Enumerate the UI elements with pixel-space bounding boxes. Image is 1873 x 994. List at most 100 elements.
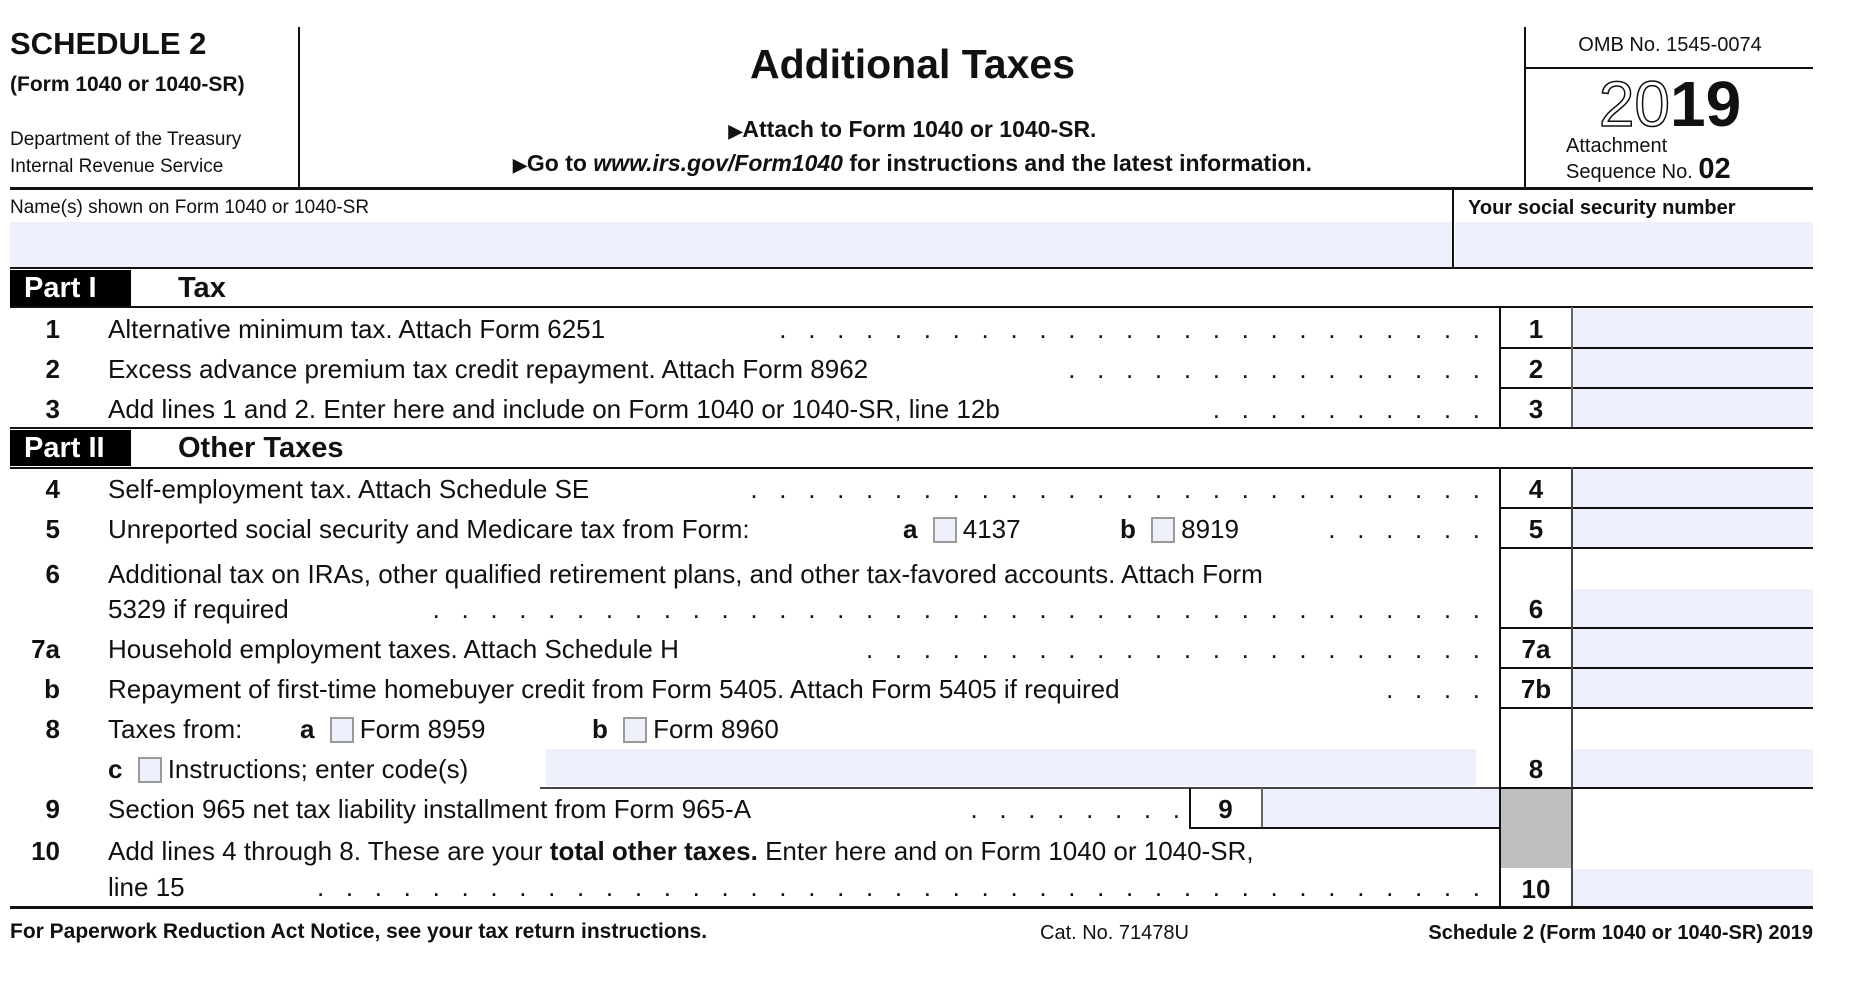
catalog-number: Cat. No. 71478U <box>1040 922 1189 944</box>
department-line-2: Internal Revenue Service <box>10 156 224 177</box>
line-7a-text: Household employment taxes. Attach Sched… <box>108 634 679 664</box>
arrow-right-icon: ▶ <box>728 121 743 141</box>
goto-suffix: for instructions and the latest informat… <box>842 150 1312 176</box>
line-2-number: 2 <box>45 354 60 384</box>
line-7b-number: b <box>44 674 60 704</box>
omb-number: OMB No. 1545-0074 <box>1578 34 1762 56</box>
line-10-leader: . . . . . . . . . . . . . . . . . . . . … <box>316 872 1480 902</box>
line-4-amount[interactable] <box>1573 469 1813 507</box>
form-identifier: Schedule 2 (Form 1040 or 1040-SR) 2019 <box>1428 922 1813 944</box>
sequence: Sequence No. 02 <box>1566 155 1731 186</box>
line-1-box: 1 <box>1528 314 1544 344</box>
goto-prefix: Go to <box>526 150 594 176</box>
line-8-code-field[interactable] <box>546 749 1476 786</box>
line-6-amount[interactable] <box>1573 589 1813 627</box>
line-5-amount[interactable] <box>1573 509 1813 547</box>
line-3-text: Add lines 1 and 2. Enter here and includ… <box>108 394 1000 424</box>
line-9-leader: . . . . . . . . <box>970 794 1181 824</box>
line-7a-number: 7a <box>31 634 60 664</box>
ssn-field[interactable] <box>1455 222 1813 267</box>
form-4137-checkbox[interactable] <box>932 517 957 543</box>
tax-year-bold: 19 <box>1670 68 1742 140</box>
header-divider-right <box>1524 27 1526 189</box>
line-9-box: 9 <box>1218 794 1233 824</box>
line-2-amount[interactable] <box>1573 349 1813 387</box>
name-field[interactable] <box>10 222 1452 267</box>
line-10-text-2: line 15 <box>108 872 185 902</box>
line-6-box: 6 <box>1528 594 1544 624</box>
form-8919-checkbox[interactable] <box>1151 517 1176 543</box>
attach-instruction: ▶Attach to Form 1040 or 1040-SR. <box>300 115 1525 145</box>
form-bottom-rule <box>10 906 1813 909</box>
line-7a-leader: . . . . . . . . . . . . . . . . . . . . … <box>865 634 1480 664</box>
line-5-option-a: a 4137 <box>903 514 1021 544</box>
line-6-text-2: 5329 if required <box>108 594 289 624</box>
tax-year: 2019 <box>1527 68 1813 140</box>
part-1-rule <box>10 306 1813 308</box>
line-7b-leader: . . . . <box>1386 674 1480 704</box>
line-4-number: 4 <box>45 474 60 504</box>
line-1-amount[interactable] <box>1573 309 1813 347</box>
part-1-bottom-rule <box>10 427 1813 429</box>
line-1-leader: . . . . . . . . . . . . . . . . . . . . … <box>779 314 1480 344</box>
line-7b-rule <box>1500 707 1813 709</box>
line-10-text-1: Add lines 4 through 8. These are your to… <box>108 836 1254 866</box>
attach-text: Attach to Form 1040 or 1040-SR. <box>742 116 1097 142</box>
line-5-text: Unreported social security and Medicare … <box>108 514 750 544</box>
line-8-option-b: b Form 8960 <box>592 714 779 744</box>
line-3-amount[interactable] <box>1573 389 1813 427</box>
line-3-number: 3 <box>45 394 60 424</box>
part-1-box-left-rule <box>1499 307 1501 428</box>
line-7a-amount[interactable] <box>1573 629 1813 667</box>
line-3-box: 3 <box>1528 394 1544 424</box>
form-4137-label: 4137 <box>962 514 1021 544</box>
instructions-code-label: Instructions; enter code(s) <box>167 754 469 784</box>
line-5-rule <box>1500 547 1813 549</box>
schedule-number: SCHEDULE 2 <box>10 26 207 61</box>
part-2-rule <box>10 467 1813 469</box>
line-2-box: 2 <box>1528 354 1544 384</box>
part-1-title: Tax <box>178 272 226 304</box>
line-8-amount[interactable] <box>1573 749 1813 787</box>
form-8960-label: Form 8960 <box>653 714 779 744</box>
form-reference: (Form 1040 or 1040-SR) <box>10 73 245 96</box>
line-8-number: 8 <box>45 714 60 744</box>
form-8919-label: 8919 <box>1181 514 1239 544</box>
department-line-1: Department of the Treasury <box>10 129 242 150</box>
line-6-number: 6 <box>45 559 60 589</box>
name-row-bottom-rule <box>10 267 1813 269</box>
line-8-text: Taxes from: <box>108 714 243 744</box>
form-8959-label: Form 8959 <box>359 714 486 744</box>
line-8-option-c: c Instructions; enter code(s) <box>108 754 468 784</box>
option-a-label: a <box>300 714 315 744</box>
sequence-number: 02 <box>1698 153 1731 185</box>
ssn-divider <box>1452 190 1454 268</box>
option-a-label: a <box>903 514 918 544</box>
line-5-leader: . . . . . . <box>1328 514 1480 544</box>
option-c-label: c <box>108 754 123 784</box>
form-8960-checkbox[interactable] <box>623 717 648 743</box>
form-8959-checkbox[interactable] <box>329 717 354 743</box>
line-10-box: 10 <box>1521 874 1551 904</box>
arrow-right-icon: ▶ <box>513 155 527 175</box>
line-5-option-b: b 8919 <box>1120 514 1239 544</box>
part-1-amount-left-rule <box>1571 307 1573 428</box>
line-9-amount[interactable] <box>1263 789 1499 827</box>
line-7b-box: 7b <box>1520 674 1552 704</box>
line-9-box-left-rule <box>1189 788 1191 828</box>
line-4-text: Self-employment tax. Attach Schedule SE <box>108 474 590 504</box>
irs-link[interactable]: www.irs.gov/Form1040 <box>593 150 843 176</box>
goto-instruction: ▶Go to www.irs.gov/Form1040 for instruct… <box>300 149 1525 179</box>
header-bottom-rule <box>10 187 1813 190</box>
option-b-label: b <box>1120 514 1136 544</box>
line-6-leader: . . . . . . . . . . . . . . . . . . . . … <box>432 594 1480 624</box>
line-5-box: 5 <box>1528 514 1544 544</box>
shaded-cell <box>1501 789 1572 868</box>
paperwork-notice: For Paperwork Reduction Act Notice, see … <box>10 920 708 943</box>
line-10-amount[interactable] <box>1573 869 1813 907</box>
line-3-leader: . . . . . . . . . . <box>1212 394 1480 424</box>
name-label: Name(s) shown on Form 1040 or 1040-SR <box>10 197 370 218</box>
line-7b-amount[interactable] <box>1573 669 1813 707</box>
part-2-label: Part II <box>10 430 131 466</box>
instructions-code-checkbox[interactable] <box>137 757 162 783</box>
